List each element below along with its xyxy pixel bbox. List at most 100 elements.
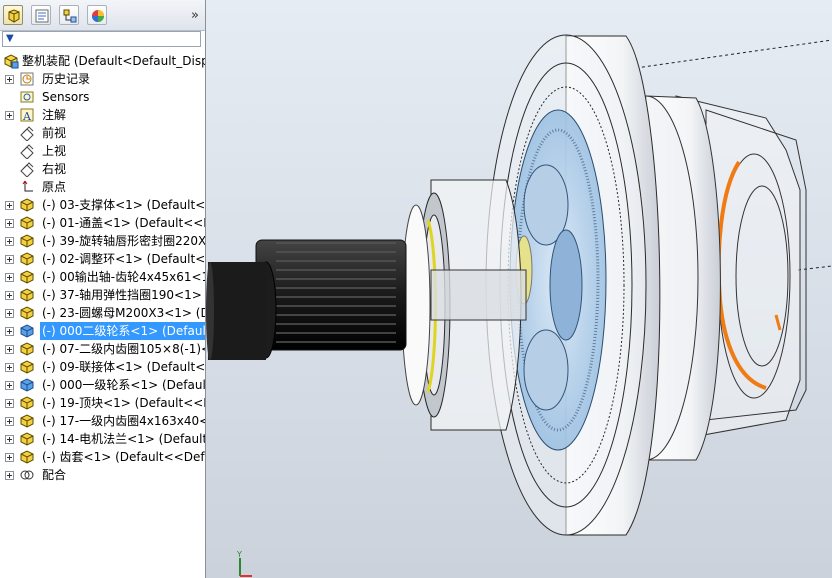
tree-item[interactable]: (-) 14-电机法兰<1> (Default xyxy=(0,430,205,448)
expand-plus-icon[interactable] xyxy=(5,291,14,300)
tree-item-label: (-) 02-调整环<1> (Default<< xyxy=(42,252,206,266)
plane-icon xyxy=(20,144,34,159)
graphics-viewport[interactable]: Y xyxy=(206,0,832,578)
tree-item-label: (-) 01-通盖<1> (Default<<D xyxy=(42,216,206,230)
annotation-icon: A xyxy=(20,108,34,123)
tree-item[interactable]: (-) 39-旋转轴唇形密封圈220X xyxy=(0,232,205,250)
triad-y-label: Y xyxy=(236,550,242,559)
svg-text:A: A xyxy=(22,110,32,123)
expand-plus-icon[interactable] xyxy=(5,417,14,426)
tree-item-label: (-) 000一级轮系<1> (Default xyxy=(42,378,206,392)
tree-item[interactable]: (-) 02-调整环<1> (Default<< xyxy=(0,250,205,268)
tree-item[interactable]: A 注解 xyxy=(0,106,205,124)
tree-item-label: 前视 xyxy=(42,126,67,140)
tree-root-label: 整机装配 (Default<Default_Disp xyxy=(22,54,206,68)
tree-item-label: (-) 23-圆螺母M200X3<1> (D xyxy=(42,306,206,320)
tree-item[interactable]: (-) 23-圆螺母M200X3<1> (D xyxy=(0,304,205,322)
expand-plus-icon[interactable] xyxy=(5,111,14,120)
part-icon xyxy=(20,216,34,230)
history-icon xyxy=(20,72,34,86)
expand-plus-icon[interactable] xyxy=(5,345,14,354)
shaft-extension xyxy=(430,269,527,321)
color-wheel-icon xyxy=(92,10,104,22)
tree-item[interactable]: 上视 xyxy=(0,142,205,160)
tree-item-label: (-) 39-旋转轴唇形密封圈220X xyxy=(42,234,206,248)
tree-root-assembly[interactable]: 整机装配 (Default<Default_Disp xyxy=(0,52,205,70)
expand-plus-icon[interactable] xyxy=(5,309,14,318)
view-triad: Y xyxy=(236,550,252,577)
tree-item[interactable]: 历史记录 xyxy=(0,70,205,88)
assembly-icon xyxy=(4,54,19,69)
expand-plus-icon[interactable] xyxy=(5,363,14,372)
tree-item[interactable]: (-) 19-顶块<1> (Default<<D xyxy=(0,394,205,412)
manager-tab-bar: » xyxy=(0,0,205,31)
tree-item-label: (-) 14-电机法兰<1> (Default xyxy=(42,432,206,446)
part-icon xyxy=(20,342,34,356)
tree-item[interactable]: (-) 000二级轮系<1> (Default xyxy=(0,322,205,340)
expand-plus-icon[interactable] xyxy=(5,381,14,390)
tree-item[interactable]: 右视 xyxy=(0,160,205,178)
expand-plus-icon[interactable] xyxy=(5,273,14,282)
expand-plus-icon[interactable] xyxy=(5,201,14,210)
tree-item-label: (-) 17-一级内齿圈4x163x40< xyxy=(42,414,206,428)
feature-manager-panel: » ▼ 整机装配 (Default<Default_Disp 历史记录 Senso… xyxy=(0,0,206,578)
expand-plus-icon[interactable] xyxy=(5,453,14,462)
tree-item-label: (-) 齿套<1> (Default<<Defa xyxy=(42,450,206,464)
part-icon xyxy=(20,450,34,464)
tree-item[interactable]: (-) 齿套<1> (Default<<Defa xyxy=(0,448,205,466)
origin-icon xyxy=(22,180,33,192)
tree-item-label: (-) 03-支撑体<1> (Default<< xyxy=(42,198,206,212)
tree-item[interactable]: (-) 07-二级内齿圈105×8(-1)< xyxy=(0,340,205,358)
expand-plus-icon[interactable] xyxy=(5,399,14,408)
tree-item[interactable]: (-) 17-一级内齿圈4x163x40< xyxy=(0,412,205,430)
part-icon xyxy=(20,288,34,302)
sensor-icon xyxy=(20,91,34,103)
tree-item-label: 上视 xyxy=(42,144,67,158)
property-manager-tab[interactable] xyxy=(31,5,51,25)
tree-item[interactable]: (-) 09-联接体<1> (Default<< xyxy=(0,358,205,376)
tree-item-label: (-) 00输出轴-齿轮4x45x61<1 xyxy=(42,270,206,284)
filter-icon[interactable]: ▼ xyxy=(6,32,14,46)
tree-item-label: (-) 07-二级内齿圈105×8(-1)< xyxy=(42,342,206,356)
tree-item-label: 注解 xyxy=(42,108,67,122)
expand-plus-icon[interactable] xyxy=(5,435,14,444)
tree-filter-bar[interactable]: ▼ xyxy=(2,31,201,47)
part-icon xyxy=(20,360,34,374)
expand-plus-icon[interactable] xyxy=(5,237,14,246)
tree-item[interactable]: (-) 01-通盖<1> (Default<<D xyxy=(0,214,205,232)
part-icon xyxy=(20,432,34,446)
tree-item-label: Sensors xyxy=(42,90,90,104)
expand-plus-icon[interactable] xyxy=(5,219,14,228)
feature-tree-icon xyxy=(8,9,20,23)
tree-item[interactable]: 原点 xyxy=(0,178,205,196)
tree-item-label: (-) 09-联接体<1> (Default<< xyxy=(42,360,206,374)
expand-plus-icon[interactable] xyxy=(5,75,14,84)
tree-item[interactable]: Sensors xyxy=(0,88,205,106)
feature-manager-tab[interactable] xyxy=(3,5,23,25)
expand-plus-icon[interactable] xyxy=(5,327,14,336)
tree-item[interactable]: 前视 xyxy=(0,124,205,142)
subassembly-icon xyxy=(20,378,34,392)
part-icon xyxy=(20,252,34,266)
display-manager-tab[interactable] xyxy=(87,5,107,25)
tree-item-label: (-) 000二级轮系<1> (Default xyxy=(40,322,205,340)
expand-plus-icon[interactable] xyxy=(5,471,14,480)
expand-plus-icon[interactable] xyxy=(5,255,14,264)
tree-item-label: (-) 37-轴用弹性挡圈190<1> ( xyxy=(42,288,206,302)
tree-item-label: 原点 xyxy=(42,180,67,194)
gearbox-model-view: Y xyxy=(206,34,832,577)
tree-item[interactable]: 配合 xyxy=(0,466,205,484)
plane-icon xyxy=(20,162,34,177)
property-list-icon xyxy=(35,9,49,23)
plane-icon xyxy=(20,126,34,141)
configuration-manager-tab[interactable] xyxy=(59,5,79,25)
tree-item[interactable]: (-) 03-支撑体<1> (Default<< xyxy=(0,196,205,214)
tree-item[interactable]: (-) 00输出轴-齿轮4x45x61<1 xyxy=(0,268,205,286)
tree-item[interactable]: (-) 37-轴用弹性挡圈190<1> ( xyxy=(0,286,205,304)
mates-icon xyxy=(20,470,34,480)
expand-panel-button[interactable]: » xyxy=(191,8,199,23)
part-icon xyxy=(20,306,34,320)
configuration-icon xyxy=(63,9,77,23)
subassembly-icon xyxy=(20,324,34,338)
tree-item[interactable]: (-) 000一级轮系<1> (Default xyxy=(0,376,205,394)
